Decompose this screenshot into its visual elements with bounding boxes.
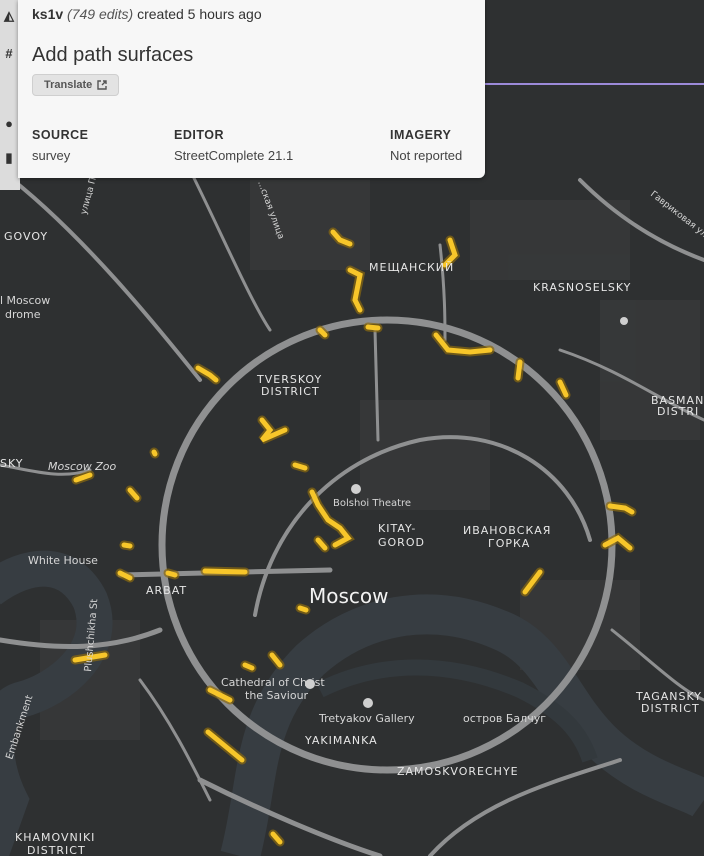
source-heading: SOURCE <box>32 128 89 142</box>
label-kitay-gorod: KITAY- <box>378 522 416 535</box>
changeset-viewer: МЕЩАНСКИЙ KRASNOSELSKY BASMAN DISTRI TVE… <box>0 0 704 856</box>
editor-value: StreetComplete 21.1 <box>174 148 294 163</box>
imagery-value: Not reported <box>390 148 463 163</box>
cathedral-icon <box>305 679 315 689</box>
theatre-icon <box>351 484 361 494</box>
username-link[interactable]: ks1v <box>32 6 63 22</box>
layers-icon[interactable]: ▮ <box>0 150 18 166</box>
label-moscow: Moscow <box>309 584 389 608</box>
label-white-house: White House <box>28 554 98 567</box>
label-taganskiy-2: DISTRICT <box>641 702 700 715</box>
label-krasnoselsky: KRASNOSELSKY <box>533 281 631 294</box>
label-basmanny-2: DISTRI <box>657 405 699 418</box>
created-time: created 5 hours ago <box>137 6 262 22</box>
imagery-heading: IMAGERY <box>390 128 452 142</box>
label-kitay-gorod-2: GOROD <box>378 536 425 549</box>
user-icon[interactable]: ● <box>0 116 18 131</box>
source-section: SOURCE survey <box>32 128 88 163</box>
translate-label: Translate <box>44 79 93 91</box>
label-zamoskvorechye: ZAMOSKVORECHYE <box>397 765 519 778</box>
editor-heading: EDITOR <box>174 128 224 142</box>
label-hippodrome: l Moscow <box>0 294 50 307</box>
imagery-section: IMAGERY Not reported <box>390 128 462 163</box>
changeset-comment: Add path surfaces <box>32 44 194 66</box>
translate-button[interactable]: Translate <box>32 74 120 96</box>
label-moscow-zoo: Moscow Zoo <box>48 460 116 473</box>
editor-section: EDITOR StreetComplete 21.1 <box>174 128 293 163</box>
label-yakimanka: YAKIMANKA <box>304 734 378 747</box>
gallery-icon <box>363 698 373 708</box>
label-tretyakov: Tretyakov Gallery <box>318 712 415 725</box>
source-value: survey <box>32 148 71 163</box>
label-balchug: остров Балчуг <box>463 712 546 725</box>
label-ivanovskaya-2: ГОРКА <box>488 537 530 550</box>
station-icon <box>620 317 628 325</box>
external-link-icon <box>97 80 108 90</box>
label-meshchansky: МЕЩАНСКИЙ <box>369 261 454 274</box>
label-hippodrome-2: drome <box>5 308 41 321</box>
label-tverskoy-2: DISTRICT <box>261 385 320 398</box>
label-bolshoi: Bolshoi Theatre <box>333 498 411 509</box>
selection-line <box>485 83 704 85</box>
label-presnensky: SKY <box>0 457 24 470</box>
label-begovoy: GOVOY <box>4 230 48 243</box>
edit-count: (749 edits) <box>67 6 134 22</box>
label-ivanovskaya: ИВАНОВСКАЯ <box>463 524 551 537</box>
changeset-card: ks1v (749 edits) created 5 hours ago Add… <box>18 0 485 178</box>
label-cathedral-2: the Saviour <box>245 689 309 702</box>
left-toolbar: ◭ # ● ▮ <box>0 0 20 190</box>
hash-icon[interactable]: # <box>0 46 18 61</box>
logo-icon[interactable]: ◭ <box>0 8 18 24</box>
changeset-header: ks1v (749 edits) created 5 hours ago <box>32 6 262 22</box>
label-khamovniki: KHAMOVNIKI <box>15 831 95 844</box>
label-arbat: ARBAT <box>146 584 187 597</box>
label-khamovniki-2: DISTRICT <box>27 844 86 856</box>
